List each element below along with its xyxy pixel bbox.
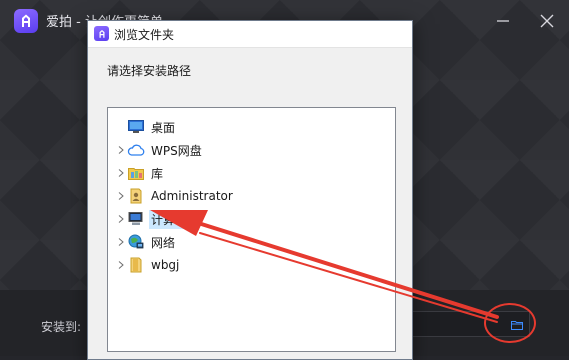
annotation-circle bbox=[484, 303, 536, 343]
library-icon bbox=[127, 165, 145, 181]
expander-placeholder bbox=[116, 117, 126, 137]
tree-item-administrator[interactable]: Administrator bbox=[108, 186, 235, 206]
tree-item-library[interactable]: 库 bbox=[108, 163, 165, 183]
close-button[interactable] bbox=[534, 8, 560, 34]
folder-icon bbox=[127, 257, 145, 273]
dialog-titlebar: 浏览文件夹 bbox=[88, 21, 412, 48]
user-folder-icon bbox=[127, 188, 145, 204]
tree-item-desktop[interactable]: 桌面 bbox=[108, 117, 177, 137]
dialog-title: 浏览文件夹 bbox=[114, 28, 175, 42]
tree-item-label: 计算机 bbox=[149, 209, 190, 229]
chevron-right-icon[interactable] bbox=[116, 140, 126, 160]
tree-item-label: wbgj bbox=[151, 258, 180, 272]
tree-item-label: 桌面 bbox=[151, 120, 176, 135]
close-icon bbox=[540, 14, 554, 28]
chevron-right-icon[interactable] bbox=[116, 186, 126, 206]
computer-icon bbox=[127, 211, 145, 227]
cloud-icon bbox=[127, 142, 145, 158]
tree-item-label: 网络 bbox=[151, 235, 176, 250]
dialog-app-icon bbox=[94, 26, 109, 41]
browse-folder-dialog: 浏览文件夹 请选择安装路径 桌面 WPS网盘 库 Administrator 计… bbox=[87, 20, 413, 360]
dialog-prompt: 请选择安装路径 bbox=[107, 64, 192, 78]
app-logo-icon bbox=[14, 9, 38, 33]
chevron-right-icon[interactable] bbox=[116, 232, 126, 252]
chevron-right-icon[interactable] bbox=[116, 163, 126, 183]
tree-item-wbgj[interactable]: wbgj bbox=[108, 255, 181, 275]
tree-item-label: Administrator bbox=[151, 189, 233, 203]
network-icon bbox=[127, 234, 145, 250]
folder-tree[interactable]: 桌面 WPS网盘 库 Administrator 计算机 网络 wbgj bbox=[107, 107, 396, 352]
chevron-right-icon[interactable] bbox=[116, 209, 126, 229]
tree-item-network[interactable]: 网络 bbox=[108, 232, 177, 252]
desktop-icon bbox=[127, 119, 145, 135]
install-location-label: 安装到: bbox=[41, 320, 82, 334]
minimize-button[interactable] bbox=[490, 8, 516, 34]
tree-item-label: WPS网盘 bbox=[151, 143, 202, 158]
tree-item-label: 库 bbox=[151, 166, 164, 181]
tree-item-wps-cloud[interactable]: WPS网盘 bbox=[108, 140, 204, 160]
tree-item-computer[interactable]: 计算机 bbox=[108, 209, 190, 229]
chevron-right-icon[interactable] bbox=[116, 255, 126, 275]
minimize-icon bbox=[497, 20, 509, 22]
